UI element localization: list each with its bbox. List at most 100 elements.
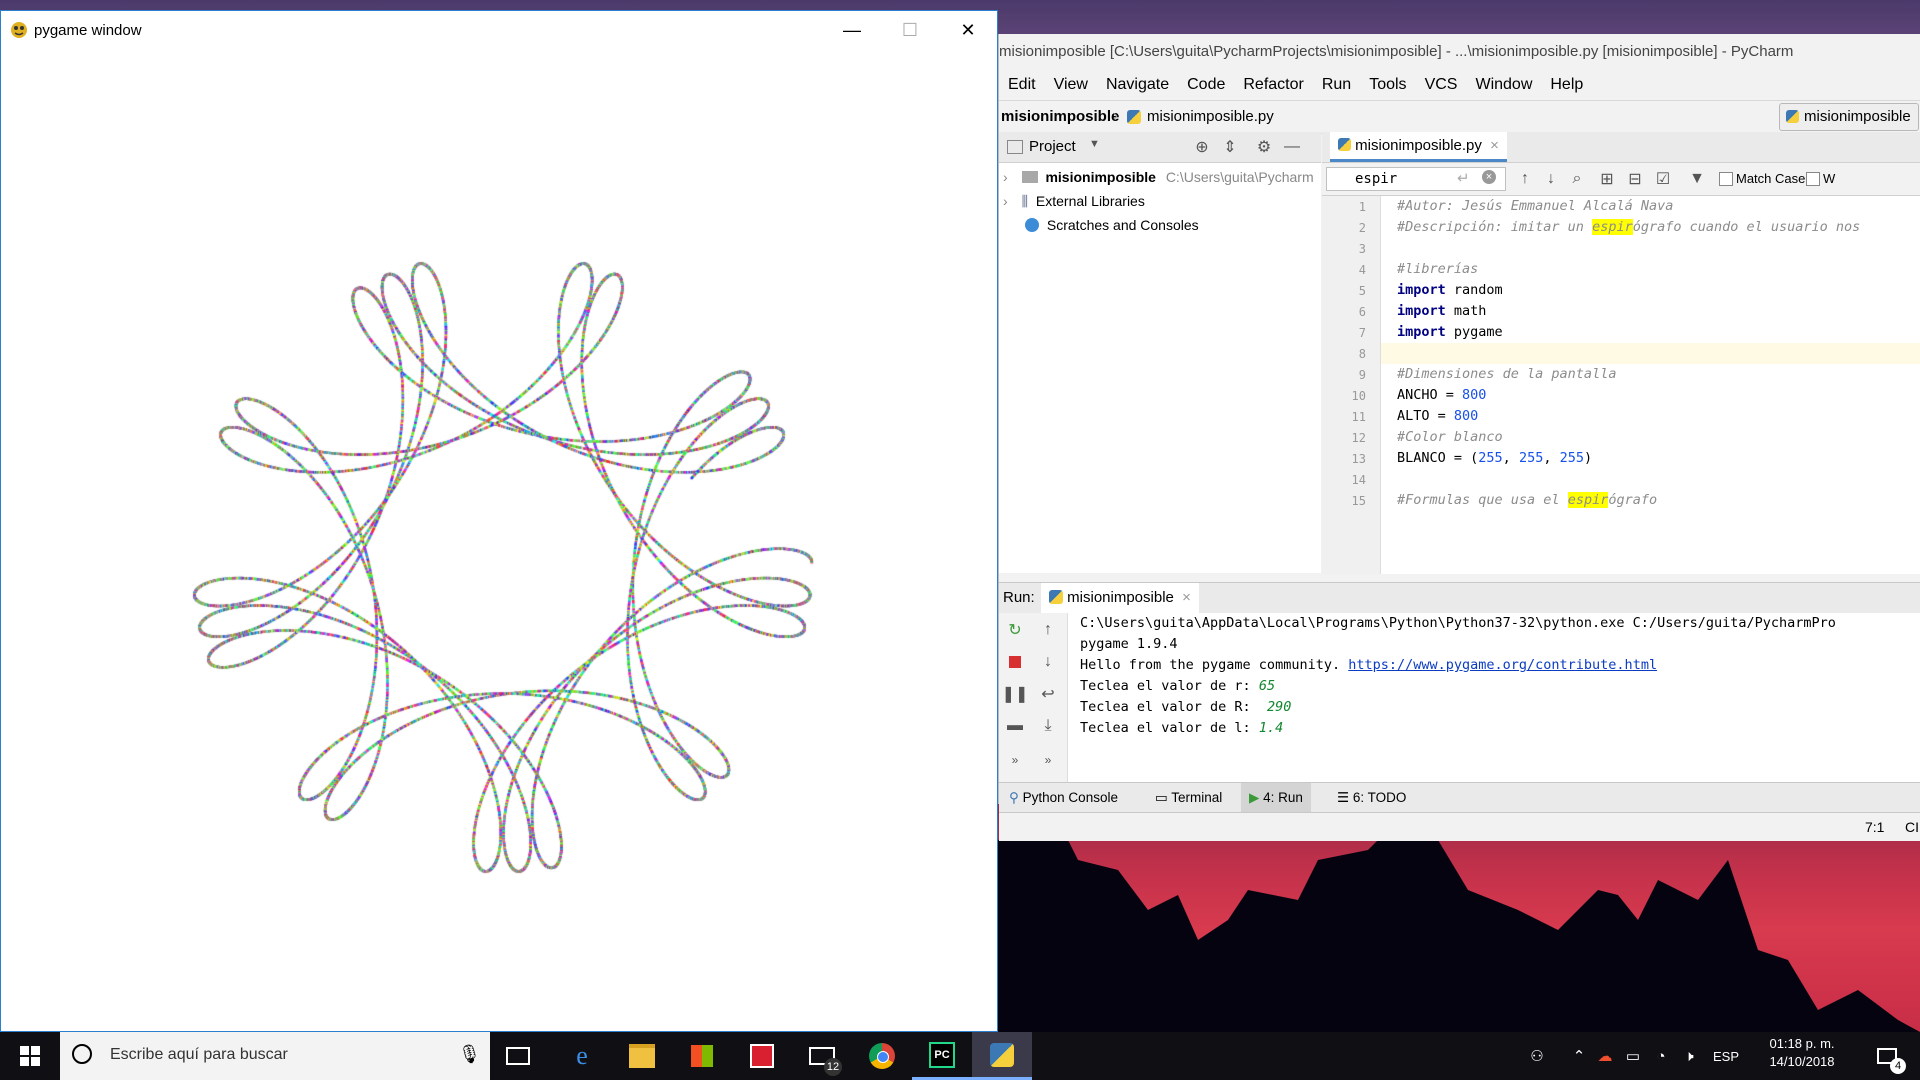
- arrow-down-icon[interactable]: ↓: [1035, 649, 1061, 675]
- scroll-to-end-icon[interactable]: ⤓: [1035, 713, 1061, 739]
- python-console-icon: ⚲: [1009, 790, 1019, 805]
- breadcrumb-file[interactable]: misionimposible.py: [1147, 108, 1274, 125]
- select-all-occurrences-icon[interactable]: ☑: [1650, 166, 1676, 192]
- comment: ógrafo cuando el usuario nos: [1633, 219, 1861, 235]
- pycharm-window[interactable]: misionimposible [C:\Users\guita\PycharmP…: [998, 34, 1920, 804]
- code-line-12: #Color blanco: [1397, 427, 1503, 448]
- cloud-icon[interactable]: ☁: [1592, 1032, 1618, 1080]
- gear-icon[interactable]: ⚙: [1251, 134, 1277, 160]
- tree-item-scratches[interactable]: Scratches and Consoles: [999, 213, 1199, 237]
- python-taskbar-icon[interactable]: [972, 1032, 1032, 1080]
- task-view-icon[interactable]: [488, 1032, 548, 1080]
- arrow-down-icon[interactable]: ↓: [1538, 166, 1564, 192]
- volume-icon[interactable]: 🕨: [1676, 1032, 1702, 1080]
- microphone-icon[interactable]: 🎙: [458, 1044, 481, 1065]
- more-icon[interactable]: »: [1035, 747, 1061, 773]
- menu-item-run[interactable]: Run: [1313, 76, 1360, 94]
- arrow-up-icon[interactable]: ↑: [1512, 166, 1538, 192]
- close-tab-icon[interactable]: ×: [1490, 137, 1499, 154]
- menu-item-help[interactable]: Help: [1541, 76, 1592, 94]
- tab-todo[interactable]: ☰ 6: TODO: [1329, 783, 1414, 813]
- run-console[interactable]: C:\Users\guita\AppData\Local\Programs\Py…: [1068, 613, 1920, 783]
- tree-item-project[interactable]: › misionimposible C:\Users\guita\Pycharm: [999, 165, 1314, 189]
- wifi-icon[interactable]: ◔: [1648, 1032, 1674, 1080]
- people-icon[interactable]: ⚇: [1522, 1032, 1552, 1080]
- clear-search-icon[interactable]: ×: [1482, 170, 1496, 184]
- chevron-up-icon[interactable]: ⌃: [1568, 1032, 1590, 1080]
- pause-icon[interactable]: ❚❚: [1002, 681, 1028, 707]
- collapse-all-icon[interactable]: ⇕: [1217, 134, 1243, 160]
- number-literal: 255: [1519, 450, 1543, 466]
- gift-app-icon[interactable]: [732, 1032, 792, 1080]
- tab-python-console[interactable]: ⚲ Python Console: [1001, 783, 1126, 813]
- menu-item-vcs[interactable]: VCS: [1416, 76, 1467, 94]
- project-panel-icon: [1007, 140, 1023, 154]
- search-input[interactable]: [1326, 167, 1506, 191]
- chevron-down-icon[interactable]: ▼: [1089, 138, 1100, 150]
- menu-item-window[interactable]: Window: [1466, 76, 1541, 94]
- soft-wrap-icon[interactable]: ↩: [1035, 681, 1061, 707]
- menu-item-tools[interactable]: Tools: [1360, 76, 1415, 94]
- locate-icon[interactable]: ⊕: [1189, 134, 1215, 160]
- tree-item-external-libraries[interactable]: › ⫼ External Libraries: [999, 189, 1145, 213]
- match-case-checkbox[interactable]: [1719, 172, 1733, 186]
- punctuation: ,: [1503, 450, 1519, 466]
- layout-icon[interactable]: ▬: [1002, 713, 1028, 739]
- action-center-icon[interactable]: 4: [1862, 1032, 1912, 1080]
- tab-run[interactable]: ▶ 4: Run: [1241, 783, 1311, 813]
- console-line: C:\Users\guita\AppData\Local\Programs\Py…: [1080, 613, 1836, 634]
- file-explorer-icon[interactable]: [612, 1032, 672, 1080]
- breadcrumb-project[interactable]: misionimposible: [1001, 108, 1119, 125]
- code-editor[interactable]: #Autor: Jesús Emmanuel Alcalá Nava #Desc…: [1381, 196, 1920, 574]
- notification-count: 4: [1890, 1058, 1906, 1074]
- mail-icon[interactable]: 12: [792, 1032, 852, 1080]
- language-indicator[interactable]: ESP: [1706, 1032, 1746, 1080]
- editor-tab-active[interactable]: misionimposible.py ×: [1330, 132, 1507, 162]
- clock[interactable]: 01:18 p. m. 14/10/2018: [1752, 1036, 1852, 1076]
- rerun-icon[interactable]: ↻: [1002, 617, 1028, 643]
- menu-item-view[interactable]: View: [1045, 76, 1097, 94]
- menu-item-edit[interactable]: Edit: [999, 76, 1045, 94]
- console-line: Hello from the pygame community. https:/…: [1080, 655, 1657, 676]
- more-icon[interactable]: »: [1002, 747, 1028, 773]
- add-selection-icon[interactable]: ⊞: [1594, 166, 1620, 192]
- close-tab-icon[interactable]: ×: [1182, 589, 1191, 606]
- identifier: pygame: [1446, 324, 1503, 340]
- battery-icon[interactable]: ▭: [1620, 1032, 1646, 1080]
- tree-item-project-path: C:\Users\guita\Pycharm: [1166, 169, 1314, 185]
- tab-label: Python Console: [1023, 790, 1118, 805]
- run-config-label: misionimposible: [1804, 108, 1911, 125]
- remove-selection-icon[interactable]: ⊟: [1622, 166, 1648, 192]
- tab-label: 6: TODO: [1353, 790, 1407, 805]
- arrow-up-icon[interactable]: ↑: [1035, 617, 1061, 643]
- menu-item-refactor[interactable]: Refactor: [1234, 76, 1312, 94]
- newline-icon[interactable]: ↵: [1457, 169, 1470, 187]
- menu-item-navigate[interactable]: Navigate: [1097, 76, 1178, 94]
- pygame-contribute-link[interactable]: https://www.pygame.org/contribute.html: [1348, 657, 1657, 673]
- close-button[interactable]: ✕: [939, 11, 997, 49]
- comment: #Descripción: imitar un: [1397, 219, 1592, 235]
- chrome-icon[interactable]: [852, 1032, 912, 1080]
- windows-start-button[interactable]: [0, 1032, 60, 1080]
- maximize-button[interactable]: ☐: [881, 11, 939, 49]
- store-icon[interactable]: [672, 1032, 732, 1080]
- run-tab[interactable]: misionimposible ×: [1041, 583, 1199, 613]
- line-separator[interactable]: CI: [1905, 819, 1919, 835]
- edge-browser-icon[interactable]: e: [552, 1032, 612, 1080]
- filter-icon[interactable]: ▼: [1684, 166, 1710, 192]
- words-checkbox[interactable]: [1806, 172, 1820, 186]
- menu-item-code[interactable]: Code: [1178, 76, 1234, 94]
- pygame-title-bar[interactable]: pygame window — ☐ ✕: [1, 11, 997, 49]
- taskbar-search-box[interactable]: Escribe aquí para buscar 🎙: [60, 1032, 490, 1080]
- pygame-window[interactable]: pygame window — ☐ ✕: [0, 10, 998, 1032]
- find-all-icon[interactable]: ⌕: [1564, 166, 1590, 192]
- minimize-button[interactable]: —: [823, 11, 881, 49]
- run-config-selector[interactable]: misionimposible: [1779, 103, 1919, 131]
- caret-position[interactable]: 7:1: [1865, 819, 1884, 835]
- tab-terminal[interactable]: ▭ Terminal: [1147, 783, 1230, 813]
- pycharm-taskbar-icon[interactable]: PC: [912, 1032, 972, 1080]
- hide-panel-icon[interactable]: —: [1279, 134, 1305, 160]
- project-panel-title[interactable]: Project: [1029, 138, 1076, 155]
- console-line: Teclea el valor de R: 290: [1080, 697, 1291, 718]
- stop-icon[interactable]: [1002, 649, 1028, 675]
